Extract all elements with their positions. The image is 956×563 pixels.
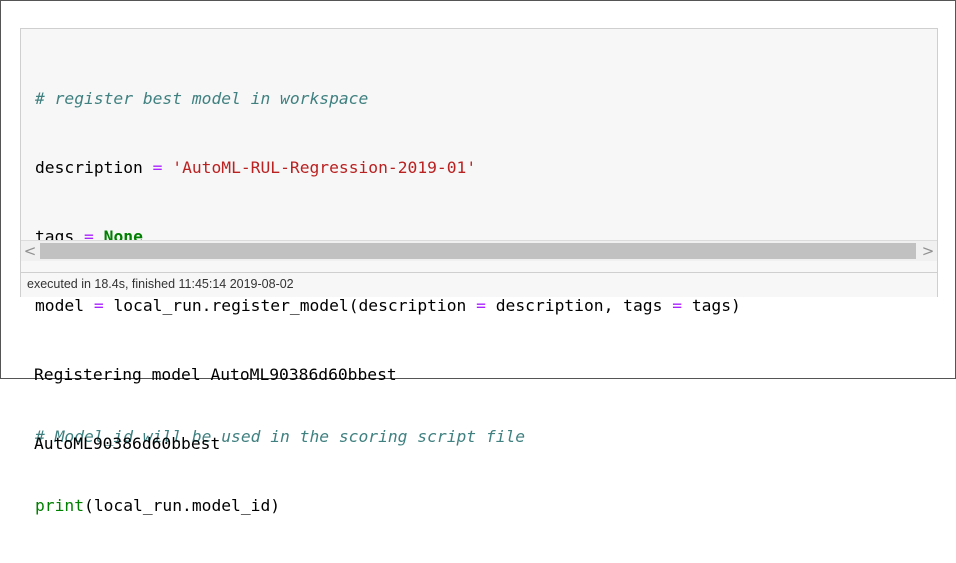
code-line-4: model = local_run.register_model(descrip… <box>35 294 935 317</box>
code-call: local_run.register_model(description <box>113 296 477 315</box>
code-line-1: # register best model in workspace <box>35 87 935 110</box>
code-line-2: description = 'AutoML-RUL-Regression-201… <box>35 156 935 179</box>
code-cell[interactable]: # register best model in workspace descr… <box>20 28 938 515</box>
scroll-left-arrow-icon[interactable]: < <box>21 241 39 261</box>
horizontal-scrollbar[interactable]: < > <box>21 240 937 261</box>
code-string: 'AutoML-RUL-Regression-2019-01' <box>172 158 477 177</box>
output-line: AutoML90386d60bbest <box>34 434 221 453</box>
execution-timing-bar: executed in 18.4s, finished 11:45:14 201… <box>21 272 937 297</box>
code-variable: model <box>35 296 85 315</box>
cell-output: Registering model AutoML90386d60bbest Au… <box>34 317 397 501</box>
code-comment: # register best model in workspace <box>35 89 369 108</box>
code-variable: description <box>35 158 143 177</box>
code-operator: = <box>672 296 683 315</box>
code-operator: = <box>152 158 163 177</box>
code-call-end: tags) <box>682 296 741 315</box>
code-call-args: description, tags <box>485 296 673 315</box>
execution-timing-text: executed in 18.4s, finished 11:45:14 201… <box>27 277 294 291</box>
code-operator: = <box>93 296 104 315</box>
scroll-right-arrow-icon[interactable]: > <box>919 241 937 261</box>
output-line: Registering model AutoML90386d60bbest <box>34 365 397 384</box>
notebook-frame: # register best model in workspace descr… <box>0 0 956 515</box>
scrollbar-thumb[interactable] <box>40 243 916 259</box>
code-operator: = <box>476 296 486 315</box>
